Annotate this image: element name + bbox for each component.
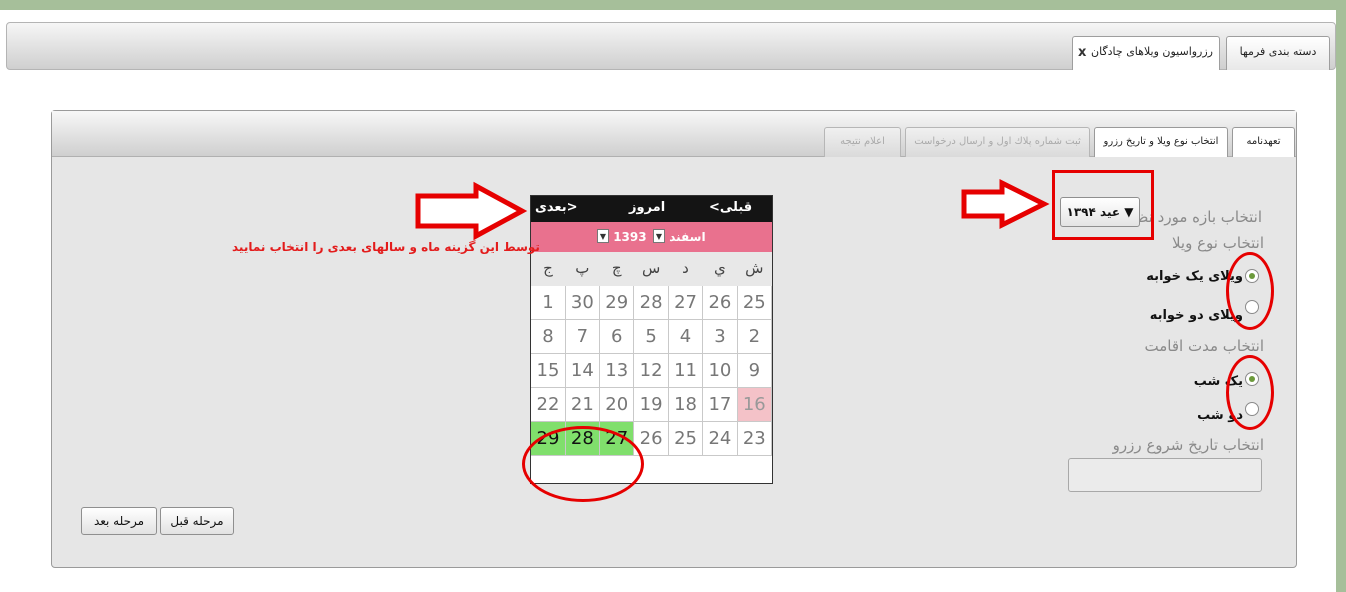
next-step-button[interactable]: مرحله بعد (81, 507, 157, 535)
arrow-icon (415, 181, 528, 241)
available-days-highlight (522, 426, 644, 502)
previous-step-button[interactable]: مرحله قبل (160, 507, 234, 535)
stay-radio-highlight (1226, 355, 1274, 430)
villa-radio-highlight (1226, 252, 1274, 330)
period-highlight (1052, 170, 1154, 240)
arrow-icon (961, 178, 1050, 230)
annotation-overlay (415, 178, 1050, 241)
